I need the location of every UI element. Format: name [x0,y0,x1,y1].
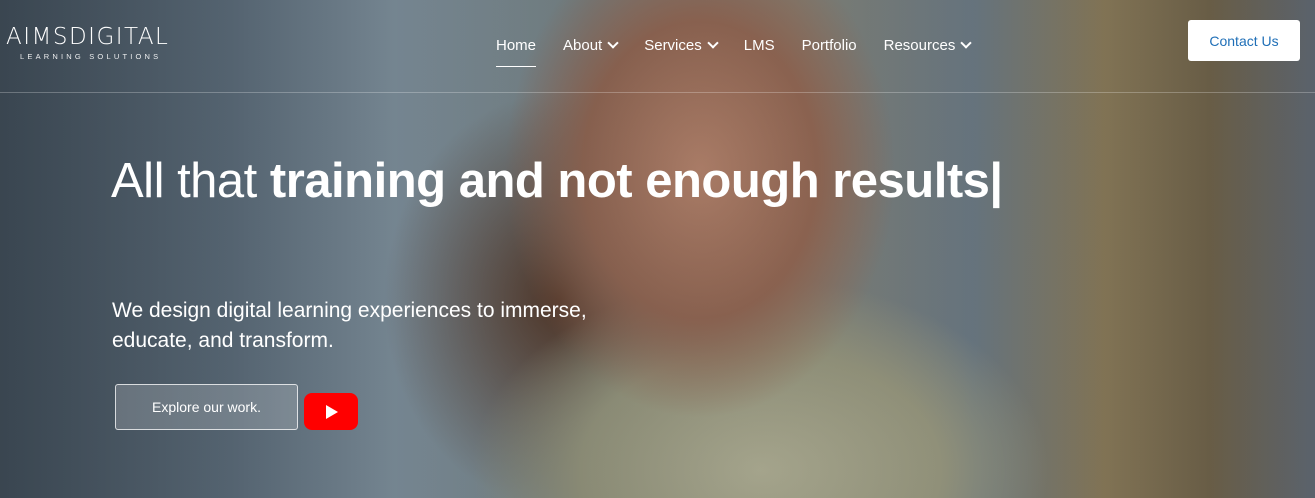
chevron-down-icon [607,37,619,49]
nav-label: About [563,36,603,54]
brand-tagline: LEARNING SOLUTIONS [20,52,162,61]
brand-logo[interactable]: AIMSDIGITAL LEARNING SOLUTIONS [6,24,169,61]
nav-item-home[interactable]: Home [496,35,537,67]
nav-label: LMS [743,36,775,54]
contact-us-button[interactable]: Contact Us [1188,20,1300,61]
site-header: AIMSDIGITAL LEARNING SOLUTIONS Home Abou… [0,0,1315,93]
nav-item-lms[interactable]: LMS [744,35,775,55]
chevron-down-icon [707,37,719,49]
nav-label: Services [644,36,702,54]
hero-subheading: We design digital learning experiences t… [112,299,587,352]
brand-name: AIMSDIGITAL [6,24,170,50]
explore-work-button[interactable]: Explore our work. [115,384,298,430]
nav-item-services[interactable]: Services [644,35,719,55]
nav-label: Resources [883,36,956,54]
youtube-play-button[interactable] [304,393,358,430]
nav-label: Home [496,36,537,54]
headline-bold-text: training and not enough results| [269,154,1003,208]
youtube-play-icon [326,404,338,419]
nav-item-portfolio[interactable]: Portfolio [802,35,857,55]
hero-headline: All that training and not enough results… [111,152,1003,210]
nav-item-resources[interactable]: Resources [883,35,972,55]
nav-label: Portfolio [801,36,857,54]
hero-section: AIMSDIGITAL LEARNING SOLUTIONS Home Abou… [0,0,1315,498]
main-nav: Home About Services LMS Portfolio Resour… [496,35,997,67]
chevron-down-icon [960,37,972,49]
headline-light-text: All that [111,154,270,208]
nav-item-about[interactable]: About [563,35,619,55]
